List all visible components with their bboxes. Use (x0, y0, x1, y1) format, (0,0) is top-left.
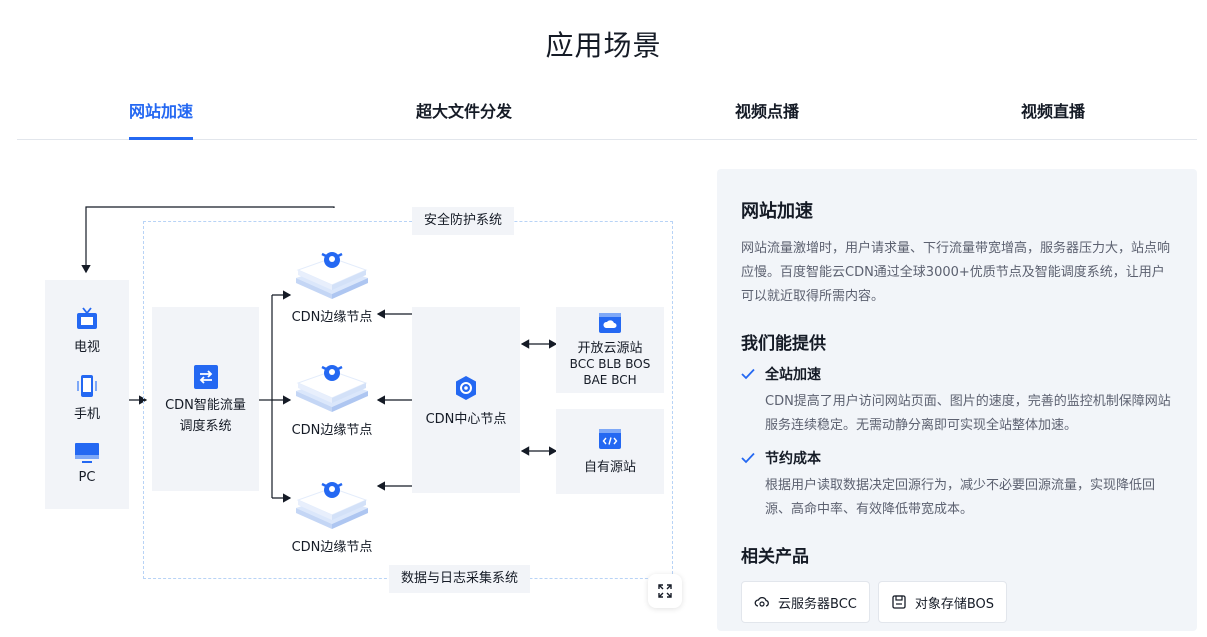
open-origin-title: 开放云源站 (577, 341, 643, 356)
check-icon (741, 452, 755, 464)
device-label: 电视 (73, 340, 100, 355)
related-products: 云服务器BCC 对象存储BOS (741, 581, 1173, 623)
feature-description: CDN提高了用户访问网站页面、图片的速度，完善的监控机制保障网站服务连续稳定。无… (765, 394, 1171, 433)
expand-diagram-button[interactable] (648, 574, 682, 608)
device-phone: 手机 (74, 373, 100, 422)
scheduler-label-line2: 调度系统 (179, 419, 232, 434)
client-devices: 电视 手机 PC (45, 280, 129, 509)
edge-node-icon (296, 252, 368, 299)
open-cloud-origin: 开放云源站 BCC BLB BOS BAE BCH (556, 307, 664, 393)
cdn-center-node: CDN中心节点 (412, 307, 520, 493)
open-origin-products-line2: BAE BCH (583, 373, 637, 387)
cloud-origin-icon (599, 313, 621, 333)
security-system-label: 安全防护系统 (412, 207, 515, 235)
edge-node-label: CDN边缘节点 (291, 423, 373, 438)
scheduler-label-line1: CDN智能流量 (165, 398, 246, 413)
panel-title: 网站加速 (741, 201, 813, 222)
center-node-icon (456, 375, 476, 400)
device-label: PC (78, 470, 96, 485)
feature-item: 全站加速 CDN提高了用户访问网站页面、图片的速度，完善的监控机制保障网站服务连… (741, 364, 1173, 438)
edge-node-3: CDN边缘节点 (282, 472, 382, 555)
phone-icon (76, 375, 97, 397)
switch-arrows-icon (193, 365, 218, 389)
feature-description: 根据用户读取数据决定回源行为，减少不必要回源流量，实现降低回源、高命中率、有效降… (765, 478, 1156, 517)
tab-large-file-distribution[interactable]: 超大文件分发 (416, 98, 512, 139)
panel-description: 网站流量激增时，用户请求量、下行流量带宽增高，服务器压力大，站点响应慢。百度智能… (741, 241, 1171, 304)
edge-node-icon (296, 365, 368, 412)
expand-icon (658, 584, 672, 598)
edge-node-2: CDN边缘节点 (282, 355, 382, 438)
products-heading: 相关产品 (741, 547, 809, 567)
device-pc: PC (74, 440, 100, 485)
open-origin-products-line1: BCC BLB BOS (569, 357, 651, 371)
center-node-label: CDN中心节点 (425, 411, 507, 427)
product-link-bos[interactable]: 对象存储BOS (877, 581, 1008, 623)
offer-heading: 我们能提供 (741, 334, 826, 354)
section-title: 应用场景 (545, 29, 662, 62)
edge-node-label: CDN边缘节点 (291, 540, 373, 555)
cloud-server-icon (754, 596, 769, 607)
edge-node-icon (296, 482, 368, 529)
tab-video-on-demand[interactable]: 视频点播 (735, 98, 799, 139)
tab-live-streaming[interactable]: 视频直播 (1021, 98, 1085, 139)
own-origin-label: 自有源站 (583, 460, 636, 475)
feature-title: 全站加速 (765, 367, 821, 383)
edge-node-1: CDN边缘节点 (282, 242, 382, 325)
product-label: 对象存储BOS (914, 596, 995, 612)
tv-icon (76, 307, 97, 329)
monitor-icon (75, 443, 99, 463)
feature-title: 节约成本 (765, 451, 821, 467)
storage-icon (892, 595, 906, 609)
product-label: 云服务器BCC (778, 596, 857, 612)
tab-website-acceleration[interactable]: 网站加速 (128, 98, 194, 140)
device-label: 手机 (73, 407, 100, 422)
code-origin-icon (599, 429, 621, 449)
own-origin: 自有源站 (556, 409, 664, 494)
logging-system-label: 数据与日志采集系统 (389, 565, 531, 593)
device-tv: 电视 (74, 306, 100, 355)
check-icon (741, 368, 755, 380)
scenario-tabs: 网站加速 超大文件分发 视频点播 视频直播 (17, 86, 1197, 140)
edge-node-label: CDN边缘节点 (291, 310, 373, 325)
traffic-scheduler: CDN智能流量 调度系统 (152, 307, 259, 491)
product-link-bcc[interactable]: 云服务器BCC (741, 581, 870, 623)
architecture-diagram: 安全防护系统 数据与日志采集系统 电视 手机 PC CDN智能流量 调度系统 C… (0, 150, 700, 637)
feature-item: 节约成本 根据用户读取数据决定回源行为，减少不必要回源流量，实现降低回源、高命中… (741, 448, 1173, 522)
scenario-detail-panel: 网站加速 网站流量激增时，用户请求量、下行流量带宽增高，服务器压力大，站点响应慢… (717, 169, 1197, 631)
